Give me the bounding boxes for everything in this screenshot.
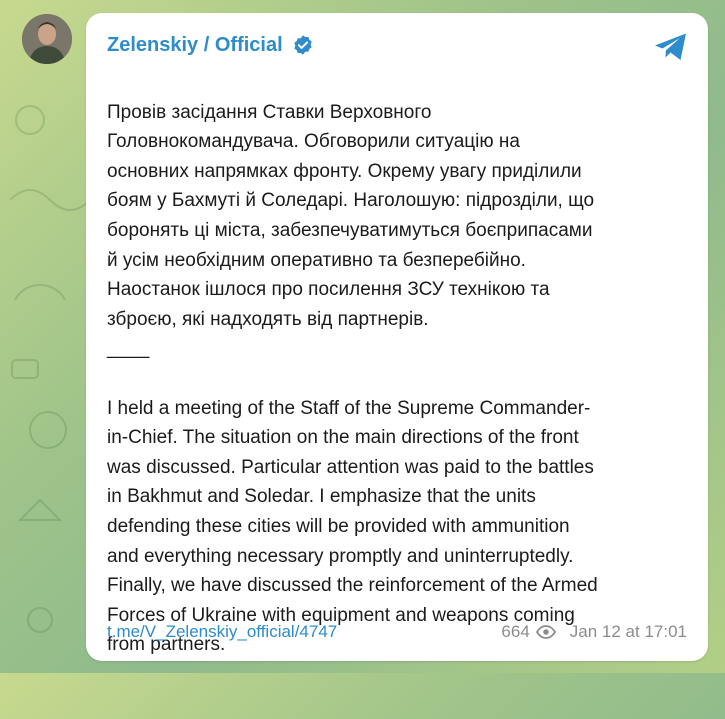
channel-name[interactable]: Zelenskiy / Official bbox=[107, 33, 283, 57]
avatar-portrait bbox=[22, 14, 72, 64]
text-line-uk: зброєю, які надходять від партнерів. bbox=[107, 308, 429, 330]
view-count: 664 bbox=[501, 622, 530, 641]
message-footer: t.me/V_Zelenskiy_official/4747 664 Jan 1… bbox=[107, 619, 687, 645]
text-line-uk: Головнокомандувача. Обговорили ситуацію … bbox=[107, 131, 520, 153]
text-line-en: in Bakhmut and Soledar. I emphasize that… bbox=[107, 486, 536, 508]
message-header: Zelenskiy / Official bbox=[107, 31, 686, 59]
text-line-en: was discussed. Particular attention was … bbox=[107, 456, 594, 478]
channel-avatar[interactable] bbox=[22, 14, 72, 64]
text-line-uk: Провів засідання Ставки Верховного bbox=[107, 101, 432, 123]
verified-badge-icon bbox=[294, 35, 312, 55]
text-line-en: defending these cities will be provided … bbox=[107, 515, 570, 537]
text-separator: ____ bbox=[107, 338, 150, 360]
message-bubble: Zelenskiy / Official Провів засідання Ст… bbox=[86, 13, 708, 661]
eye-icon bbox=[535, 625, 556, 639]
text-line-en: and everything necessary promptly and un… bbox=[107, 545, 574, 567]
text-line-en: Finally, we have discussed the reinforce… bbox=[107, 575, 598, 597]
message-meta: 664 Jan 12 at 17:01 bbox=[501, 622, 687, 642]
telegram-plane-icon[interactable] bbox=[653, 32, 689, 62]
text-line-en: I held a meeting of the Staff of the Sup… bbox=[107, 397, 591, 419]
post-date: Jan 12 at 17:01 bbox=[569, 622, 687, 641]
text-line-uk: основних напрямках фронту. Окрему увагу … bbox=[107, 160, 582, 182]
text-line-uk: боям у Бахмуті й Соледарі. Наголошую: пі… bbox=[107, 190, 595, 212]
text-line-en: in-Chief. The situation on the main dire… bbox=[107, 427, 579, 449]
text-line-uk: й усім необхідним оперативно та безпереб… bbox=[107, 249, 526, 271]
post-link[interactable]: t.me/V_Zelenskiy_official/4747 bbox=[107, 622, 337, 642]
text-line-uk: боронять ці міста, забезпечуватимуться б… bbox=[107, 219, 593, 241]
text-line-uk: Наостанок ішлося про посилення ЗСУ техні… bbox=[107, 279, 550, 301]
